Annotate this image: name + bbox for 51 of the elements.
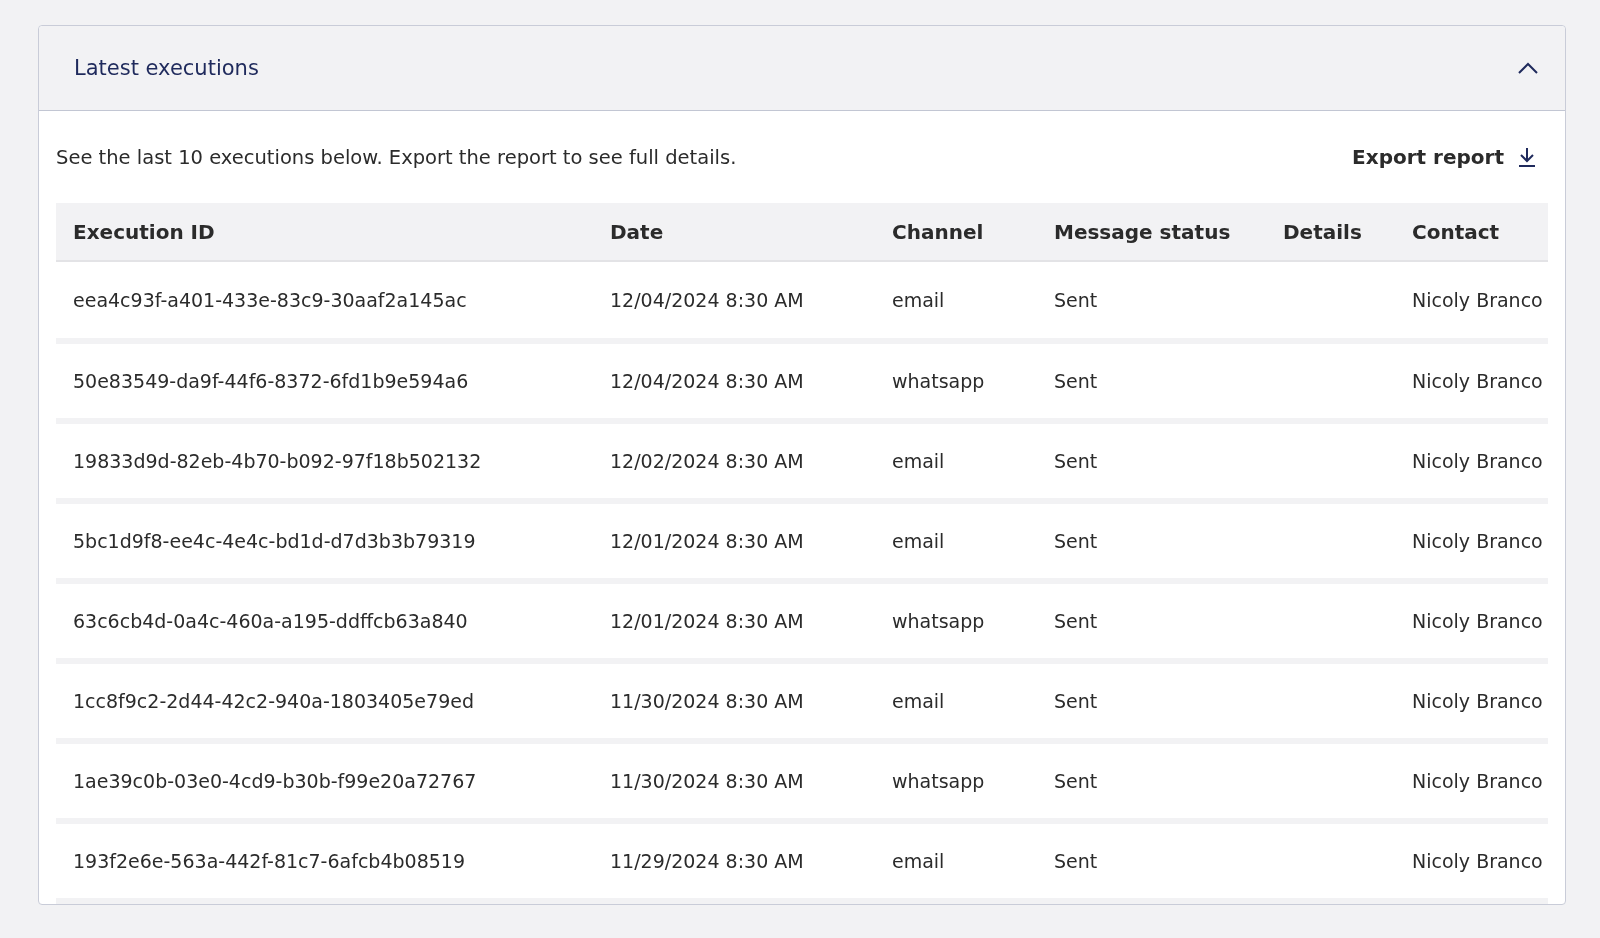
description-text: See the last 10 executions below. Export the report to see full details. [56,145,737,169]
table-cell: Sent [1054,530,1098,552]
table-cell: 12/04/2024 8:30 AM [610,370,804,392]
table-cell: 12/04/2024 8:30 AM [610,289,804,311]
table-cell: Nicoly Branco [1412,770,1543,792]
column-header: Details [1283,219,1362,244]
table-cell: 11/30/2024 8:30 AM [610,690,804,712]
table-cell: Sent [1054,370,1098,392]
column-header: Channel [892,219,984,244]
table-cell: 12/01/2024 8:30 AM [610,530,804,552]
table-cell: Nicoly Branco [1412,610,1543,632]
table-cell: 1cc8f9c2-2d44-42c2-940a-1803405e79ed [73,690,474,712]
table-cell: 63c6cb4d-0a4c-460a-a195-ddffcb63a840 [73,610,468,632]
table-cell: whatsapp [892,370,985,392]
download-icon [1518,146,1536,168]
chevron-icon [1517,61,1539,75]
table-cell: Nicoly Branco [1412,289,1543,311]
table-cell: 19833d9d-82eb-4b70-b092-97f18b502132 [73,450,482,472]
table-cell: email [892,850,945,872]
table-cell: 11/29/2024 8:30 AM [610,850,804,872]
table-cell: Sent [1054,690,1098,712]
table-cell: email [892,450,945,472]
table-cell: 12/02/2024 8:30 AM [610,450,804,472]
table-cell: Sent [1054,770,1098,792]
table-cell: Sent [1054,850,1098,872]
table-cell: email [892,530,945,552]
table-cell: Nicoly Branco [1412,850,1543,872]
export-report-button[interactable]: Export report [1340,141,1548,173]
table-cell: email [892,289,945,311]
table-cell: 50e83549-da9f-44f6-8372-6fd1b9e594a6 [73,370,469,392]
table-cell: Sent [1054,610,1098,632]
column-header: Date [610,219,664,244]
table-cell: 12/01/2024 8:30 AM [610,610,804,632]
table-cell: eea4c93f-a401-433e-83c9-30aaf2a145ac [73,289,467,311]
table-cell: whatsapp [892,770,985,792]
table-cell: Nicoly Branco [1412,530,1543,552]
table-cell: 1ae39c0b-03e0-4cd9-b30b-f99e20a72767 [73,770,477,792]
table-cell: whatsapp [892,610,985,632]
table-cell: email [892,690,945,712]
table-cell: Sent [1054,289,1098,311]
table-cell: 193f2e6e-563a-442f-81c7-6afcb4b08519 [73,850,465,872]
column-header: Message status [1054,219,1231,244]
column-header: Contact [1412,219,1500,244]
table-cell: Nicoly Branco [1412,370,1543,392]
panel-title: Latest executions [74,56,259,80]
table-cell: 5bc1d9f8-ee4c-4e4c-bd1d-d7d3b3b79319 [73,530,476,552]
column-header: Execution ID [73,219,215,244]
table-cell: 11/30/2024 8:30 AM [610,770,804,792]
table-cell: Sent [1054,450,1098,472]
table-cell: Nicoly Branco [1412,690,1543,712]
table-cell: Nicoly Branco [1412,450,1543,472]
